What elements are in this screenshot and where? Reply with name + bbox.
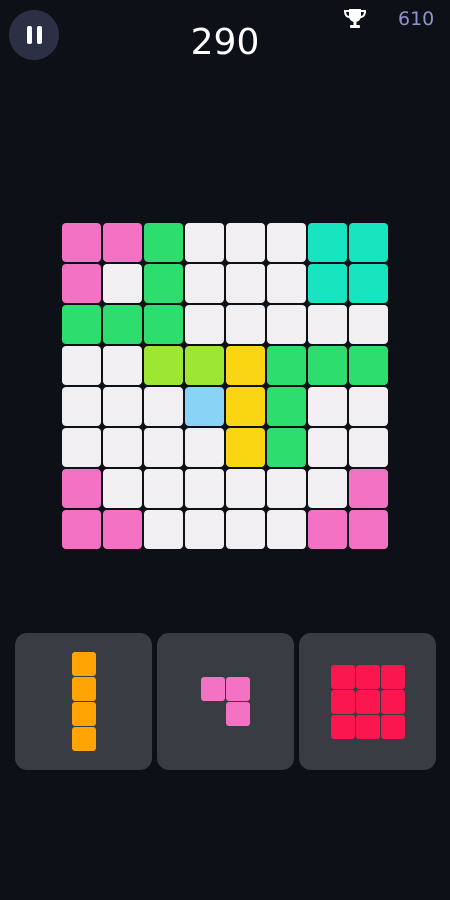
piece-block-red[interactable] xyxy=(355,664,380,689)
board-cell-pink[interactable] xyxy=(349,469,388,508)
board-cell-white[interactable] xyxy=(349,387,388,426)
piece-block-orange[interactable] xyxy=(71,727,96,751)
piece-block-red[interactable] xyxy=(380,714,405,739)
board-cell-white[interactable] xyxy=(103,346,142,385)
piece-block-red[interactable] xyxy=(355,689,380,714)
piece-slot-3[interactable] xyxy=(299,633,436,770)
board-cell-white[interactable] xyxy=(267,510,306,549)
board-cell-white[interactable] xyxy=(144,510,183,549)
piece-slot-2[interactable] xyxy=(157,633,294,770)
board-cell-white[interactable] xyxy=(103,469,142,508)
board-cell-white[interactable] xyxy=(62,428,101,467)
board-cell-white[interactable] xyxy=(308,428,347,467)
board-cell-white[interactable] xyxy=(267,305,306,344)
best-score: 610 xyxy=(398,8,435,30)
board-cell-white[interactable] xyxy=(62,346,101,385)
piece-block-red[interactable] xyxy=(330,664,355,689)
board-cell-white[interactable] xyxy=(226,223,265,262)
board-cell-green[interactable] xyxy=(349,346,388,385)
board-cell-green[interactable] xyxy=(144,223,183,262)
board-cell-green[interactable] xyxy=(103,305,142,344)
board-cell-white[interactable] xyxy=(308,387,347,426)
piece-block-orange[interactable] xyxy=(71,702,96,726)
trophy-icon xyxy=(343,9,367,28)
board-cell-white[interactable] xyxy=(185,264,224,303)
piece-block-red[interactable] xyxy=(330,689,355,714)
board-cell-teal[interactable] xyxy=(349,264,388,303)
board-cell-white[interactable] xyxy=(349,428,388,467)
piece-block-red[interactable] xyxy=(380,664,405,689)
board-cell-pink[interactable] xyxy=(349,510,388,549)
board-cell-green[interactable] xyxy=(144,305,183,344)
piece-block-red[interactable] xyxy=(355,714,380,739)
board-cell-green[interactable] xyxy=(62,305,101,344)
piece-block-orange[interactable] xyxy=(71,652,96,676)
board-cell-teal[interactable] xyxy=(308,223,347,262)
piece-block-pink[interactable] xyxy=(226,677,250,701)
board-cell-white[interactable] xyxy=(185,305,224,344)
board-cell-green[interactable] xyxy=(267,346,306,385)
board-cell-lime[interactable] xyxy=(185,346,224,385)
board-cell-white[interactable] xyxy=(144,387,183,426)
board-cell-pink[interactable] xyxy=(103,223,142,262)
board-cell-teal[interactable] xyxy=(308,264,347,303)
board-cell-green[interactable] xyxy=(308,346,347,385)
piece-slot-1[interactable] xyxy=(15,633,152,770)
piece-block-orange[interactable] xyxy=(71,677,96,701)
board-cell-white[interactable] xyxy=(103,387,142,426)
board-cell-pink[interactable] xyxy=(62,510,101,549)
board-cell-white[interactable] xyxy=(226,469,265,508)
piece-block-red[interactable] xyxy=(380,689,405,714)
piece-block-pink[interactable] xyxy=(201,677,225,701)
board-cell-white[interactable] xyxy=(308,305,347,344)
board-cell-pink[interactable] xyxy=(103,510,142,549)
board-cell-green[interactable] xyxy=(144,264,183,303)
board-cell-pink[interactable] xyxy=(62,223,101,262)
board-cell-white[interactable] xyxy=(144,469,183,508)
board-cell-white[interactable] xyxy=(62,387,101,426)
board-cell-white[interactable] xyxy=(349,305,388,344)
board-cell-pink[interactable] xyxy=(308,510,347,549)
piece-block-pink[interactable] xyxy=(226,702,250,726)
board-cell-pink[interactable] xyxy=(62,264,101,303)
board-cell-teal[interactable] xyxy=(349,223,388,262)
board-cell-lime[interactable] xyxy=(144,346,183,385)
board-cell-white[interactable] xyxy=(185,469,224,508)
board-cell-green[interactable] xyxy=(267,428,306,467)
board-cell-white[interactable] xyxy=(144,428,183,467)
board-cell-white[interactable] xyxy=(267,469,306,508)
board-cell-white[interactable] xyxy=(226,305,265,344)
board-cell-white[interactable] xyxy=(185,428,224,467)
board-cell-yellow[interactable] xyxy=(226,428,265,467)
board-cell-white[interactable] xyxy=(267,223,306,262)
board-cell-white[interactable] xyxy=(103,428,142,467)
board-cell-white[interactable] xyxy=(226,264,265,303)
board-cell-pink[interactable] xyxy=(62,469,101,508)
current-score: 290 xyxy=(190,22,260,63)
board-cell-white[interactable] xyxy=(308,469,347,508)
board-cell-yellow[interactable] xyxy=(226,387,265,426)
piece-block-red[interactable] xyxy=(330,714,355,739)
board-cell-blue[interactable] xyxy=(185,387,224,426)
board-cell-white[interactable] xyxy=(185,510,224,549)
board-cell-green[interactable] xyxy=(267,387,306,426)
board-cell-white[interactable] xyxy=(226,510,265,549)
board-cell-white[interactable] xyxy=(185,223,224,262)
board-cell-white[interactable] xyxy=(103,264,142,303)
board-cell-yellow[interactable] xyxy=(226,346,265,385)
game-board[interactable] xyxy=(62,223,390,551)
board-cell-white[interactable] xyxy=(267,264,306,303)
